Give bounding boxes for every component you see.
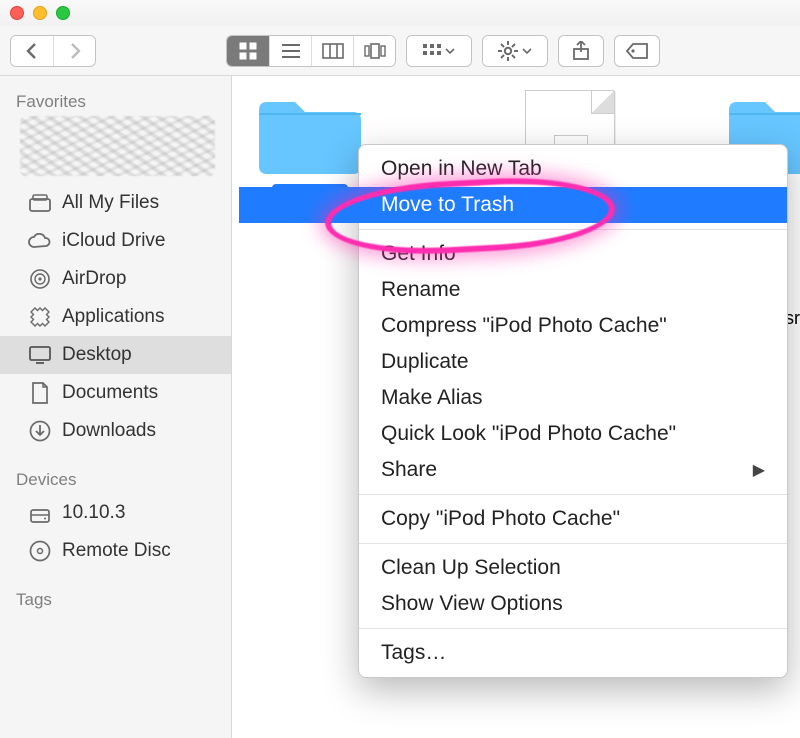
context-menu-item-share[interactable]: Share ▶ bbox=[359, 452, 787, 488]
tags-button[interactable] bbox=[614, 35, 660, 67]
redacted-area bbox=[20, 116, 215, 176]
sidebar-heading-devices: Devices bbox=[0, 464, 231, 494]
arrange-dropdown[interactable] bbox=[406, 35, 472, 67]
submenu-arrow-icon: ▶ bbox=[753, 460, 765, 480]
sidebar-item-label: AirDrop bbox=[62, 268, 126, 290]
sidebar-item-airdrop[interactable]: AirDrop bbox=[0, 260, 231, 298]
context-menu: Open in New Tab Move to Trash Get Info R… bbox=[358, 144, 788, 678]
context-menu-separator bbox=[359, 628, 787, 629]
finder-toolbar bbox=[0, 26, 800, 76]
icloud-icon bbox=[28, 229, 52, 253]
context-menu-item-move-to-trash[interactable]: Move to Trash bbox=[359, 187, 787, 223]
sidebar-item-label: 10.10.3 bbox=[62, 502, 125, 524]
sidebar-item-label: Remote Disc bbox=[62, 540, 171, 562]
sidebar-item-label: All My Files bbox=[62, 192, 159, 214]
fullscreen-window-button[interactable] bbox=[56, 6, 70, 20]
context-menu-item-duplicate[interactable]: Duplicate bbox=[359, 344, 787, 380]
applications-icon bbox=[28, 305, 52, 329]
context-menu-item-get-info[interactable]: Get Info bbox=[359, 236, 787, 272]
context-menu-item-clean-up[interactable]: Clean Up Selection bbox=[359, 550, 787, 586]
sidebar-heading-favorites: Favorites bbox=[0, 86, 231, 116]
sidebar-item-label: Applications bbox=[62, 306, 164, 328]
finder-sidebar: Favorites All My Files iCloud Drive AirD… bbox=[0, 76, 232, 738]
sidebar-item-label: Desktop bbox=[62, 344, 132, 366]
sidebar-item-label: Documents bbox=[62, 382, 158, 404]
sidebar-item-desktop[interactable]: Desktop bbox=[0, 336, 231, 374]
downloads-icon bbox=[28, 419, 52, 443]
folder-icon bbox=[255, 90, 365, 178]
context-menu-item-view-options[interactable]: Show View Options bbox=[359, 586, 787, 622]
action-dropdown[interactable] bbox=[482, 35, 548, 67]
disk-icon bbox=[28, 501, 52, 525]
context-menu-separator bbox=[359, 494, 787, 495]
view-columns-button[interactable] bbox=[311, 36, 353, 66]
context-menu-item-compress[interactable]: Compress "iPod Photo Cache" bbox=[359, 308, 787, 344]
context-menu-item-tags[interactable]: Tags… bbox=[359, 635, 787, 671]
documents-icon bbox=[28, 381, 52, 405]
context-menu-item-quick-look[interactable]: Quick Look "iPod Photo Cache" bbox=[359, 416, 787, 452]
remote-disc-icon bbox=[28, 539, 52, 563]
nav-back-forward bbox=[10, 35, 96, 67]
context-menu-item-make-alias[interactable]: Make Alias bbox=[359, 380, 787, 416]
view-mode-segment bbox=[226, 35, 396, 67]
sidebar-item-documents[interactable]: Documents bbox=[0, 374, 231, 412]
sidebar-item-applications[interactable]: Applications bbox=[0, 298, 231, 336]
context-menu-separator bbox=[359, 543, 787, 544]
forward-button[interactable] bbox=[53, 36, 95, 66]
share-button[interactable] bbox=[558, 35, 604, 67]
context-menu-item-rename[interactable]: Rename bbox=[359, 272, 787, 308]
view-coverflow-button[interactable] bbox=[353, 36, 395, 66]
context-menu-item-copy[interactable]: Copy "iPod Photo Cache" bbox=[359, 501, 787, 537]
sidebar-item-label: iCloud Drive bbox=[62, 230, 165, 252]
view-list-button[interactable] bbox=[269, 36, 311, 66]
close-window-button[interactable] bbox=[10, 6, 24, 20]
sidebar-item-remote-disc[interactable]: Remote Disc bbox=[0, 532, 231, 570]
sidebar-item-downloads[interactable]: Downloads bbox=[0, 412, 231, 450]
sidebar-item-icloud-drive[interactable]: iCloud Drive bbox=[0, 222, 231, 260]
context-menu-separator bbox=[359, 229, 787, 230]
back-button[interactable] bbox=[11, 36, 53, 66]
sidebar-item-label: Downloads bbox=[62, 420, 156, 442]
all-my-files-icon bbox=[28, 191, 52, 215]
sidebar-item-disk[interactable]: 10.10.3 bbox=[0, 494, 231, 532]
sidebar-heading-tags: Tags bbox=[0, 584, 231, 614]
context-menu-item-open-new-tab[interactable]: Open in New Tab bbox=[359, 151, 787, 187]
desktop-icon bbox=[28, 343, 52, 367]
airdrop-icon bbox=[28, 267, 52, 291]
view-icons-button[interactable] bbox=[227, 36, 269, 66]
minimize-window-button[interactable] bbox=[33, 6, 47, 20]
sidebar-item-all-my-files[interactable]: All My Files bbox=[0, 184, 231, 222]
window-titlebar bbox=[0, 0, 800, 26]
